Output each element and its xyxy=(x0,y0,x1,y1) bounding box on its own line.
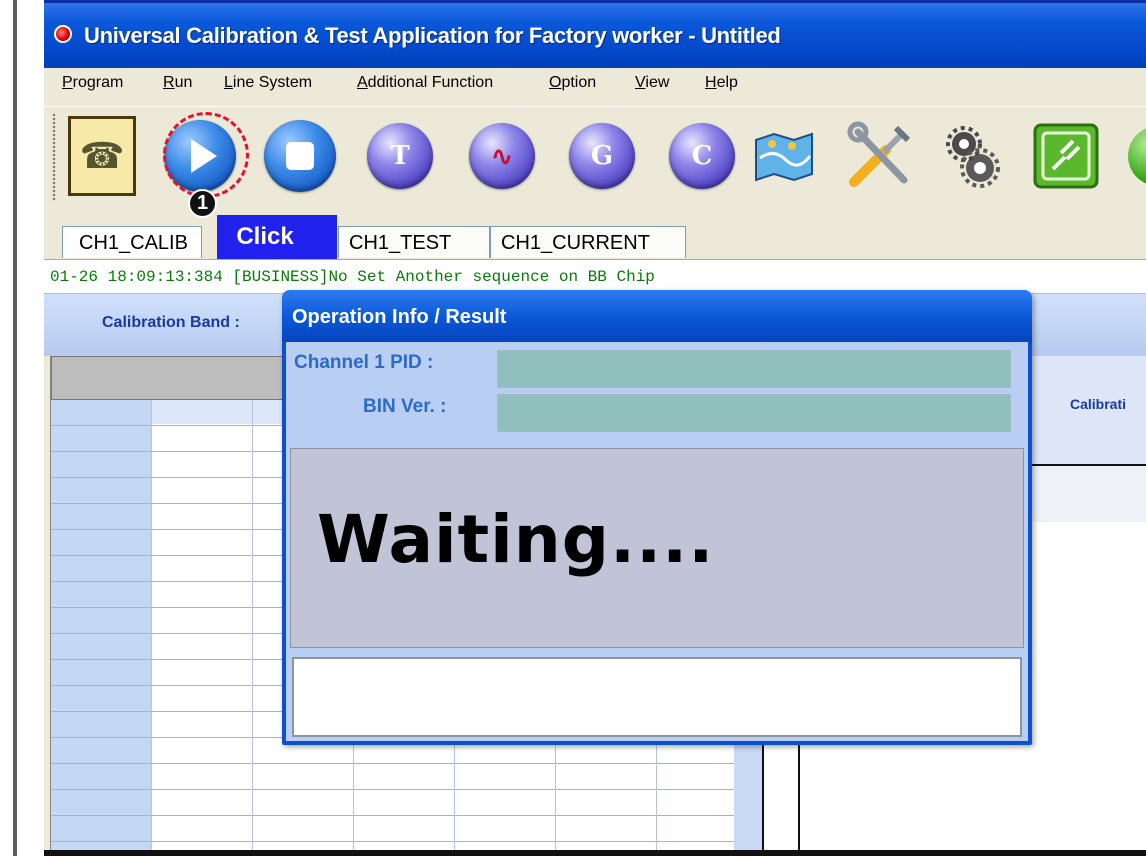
phone-check-button[interactable]: ☎ xyxy=(64,115,140,197)
click-annotation: Click xyxy=(217,215,337,259)
g-icon: G xyxy=(569,123,635,189)
menu-line-system[interactable]: Line System xyxy=(224,74,312,92)
menu-run[interactable]: Run xyxy=(163,74,192,92)
t-button[interactable]: T xyxy=(362,115,438,197)
menu-program[interactable]: Program xyxy=(62,74,123,92)
menu-option[interactable]: Option xyxy=(549,74,596,92)
toolbar-grip[interactable] xyxy=(52,113,56,201)
tools-icon xyxy=(847,121,911,187)
tab-ch1-current[interactable]: CH1_CURRENT xyxy=(490,226,686,258)
application-window: Universal Calibration & Test Application… xyxy=(44,0,1146,856)
bottom-border xyxy=(44,850,1146,856)
c-button[interactable]: C xyxy=(664,115,740,197)
left-divider xyxy=(13,0,17,856)
green-circle-icon xyxy=(1128,126,1146,186)
map-icon xyxy=(755,132,813,182)
right-panel-label: Calibrati xyxy=(1070,396,1127,412)
dialog-body: Channel 1 PID : BIN Ver. : Waiting.... xyxy=(286,342,1028,741)
pid-value-field xyxy=(497,350,1011,388)
stop-button[interactable] xyxy=(262,115,338,197)
stop-icon xyxy=(264,120,336,192)
map-button[interactable] xyxy=(746,115,822,197)
window-title: Universal Calibration & Test Application… xyxy=(84,23,781,48)
cable-button[interactable] xyxy=(1028,115,1104,197)
menu-help[interactable]: Help xyxy=(705,74,738,92)
bin-value-field xyxy=(497,394,1011,432)
waveform-icon: ∿ xyxy=(469,123,535,189)
log-line: 01-26 18:09:13:384 [BUSINESS]No Set Anot… xyxy=(44,260,1146,294)
operation-info-dialog: Operation Info / Result Channel 1 PID : … xyxy=(282,290,1032,745)
dialog-title-bar: Operation Info / Result xyxy=(282,290,1032,342)
cable-icon xyxy=(1033,123,1099,189)
app-icon[interactable] xyxy=(54,25,72,43)
pid-label: Channel 1 PID : xyxy=(294,352,434,373)
tab-ch1-test[interactable]: CH1_TEST xyxy=(338,226,490,258)
dialog-title: Operation Info / Result xyxy=(292,306,507,328)
c-icon: C xyxy=(669,123,735,189)
calibration-band-label: Calibration Band : xyxy=(102,314,240,331)
menu-bar: Program Run Line System Additional Funct… xyxy=(44,68,1146,106)
step-badge: 1 xyxy=(188,189,217,218)
waveform-button[interactable]: ∿ xyxy=(464,115,540,197)
channel-tabs: CH1_CALIB CH1_TEST CH1_CURRENT xyxy=(44,210,1146,260)
message-box xyxy=(292,657,1022,737)
title-bar: Universal Calibration & Test Application… xyxy=(44,0,1146,68)
phone-check-icon: ☎ xyxy=(68,116,136,196)
bin-label: BIN Ver. : xyxy=(363,396,447,417)
g-button[interactable]: G xyxy=(564,115,640,197)
t-icon: T xyxy=(367,123,433,189)
settings-button[interactable] xyxy=(934,115,1010,197)
green-button[interactable] xyxy=(1120,115,1146,197)
tools-button[interactable] xyxy=(842,115,918,197)
click-text: Click xyxy=(236,223,294,250)
highlight-ring xyxy=(163,112,249,198)
left-margin xyxy=(0,0,44,856)
menu-additional-function[interactable]: Additional Function xyxy=(357,74,493,92)
status-panel: Waiting.... xyxy=(290,448,1024,648)
tab-ch1-calib[interactable]: CH1_CALIB xyxy=(62,226,202,258)
menu-view[interactable]: View xyxy=(635,74,669,92)
gears-icon xyxy=(946,126,1000,188)
status-text: Waiting.... xyxy=(317,501,715,578)
